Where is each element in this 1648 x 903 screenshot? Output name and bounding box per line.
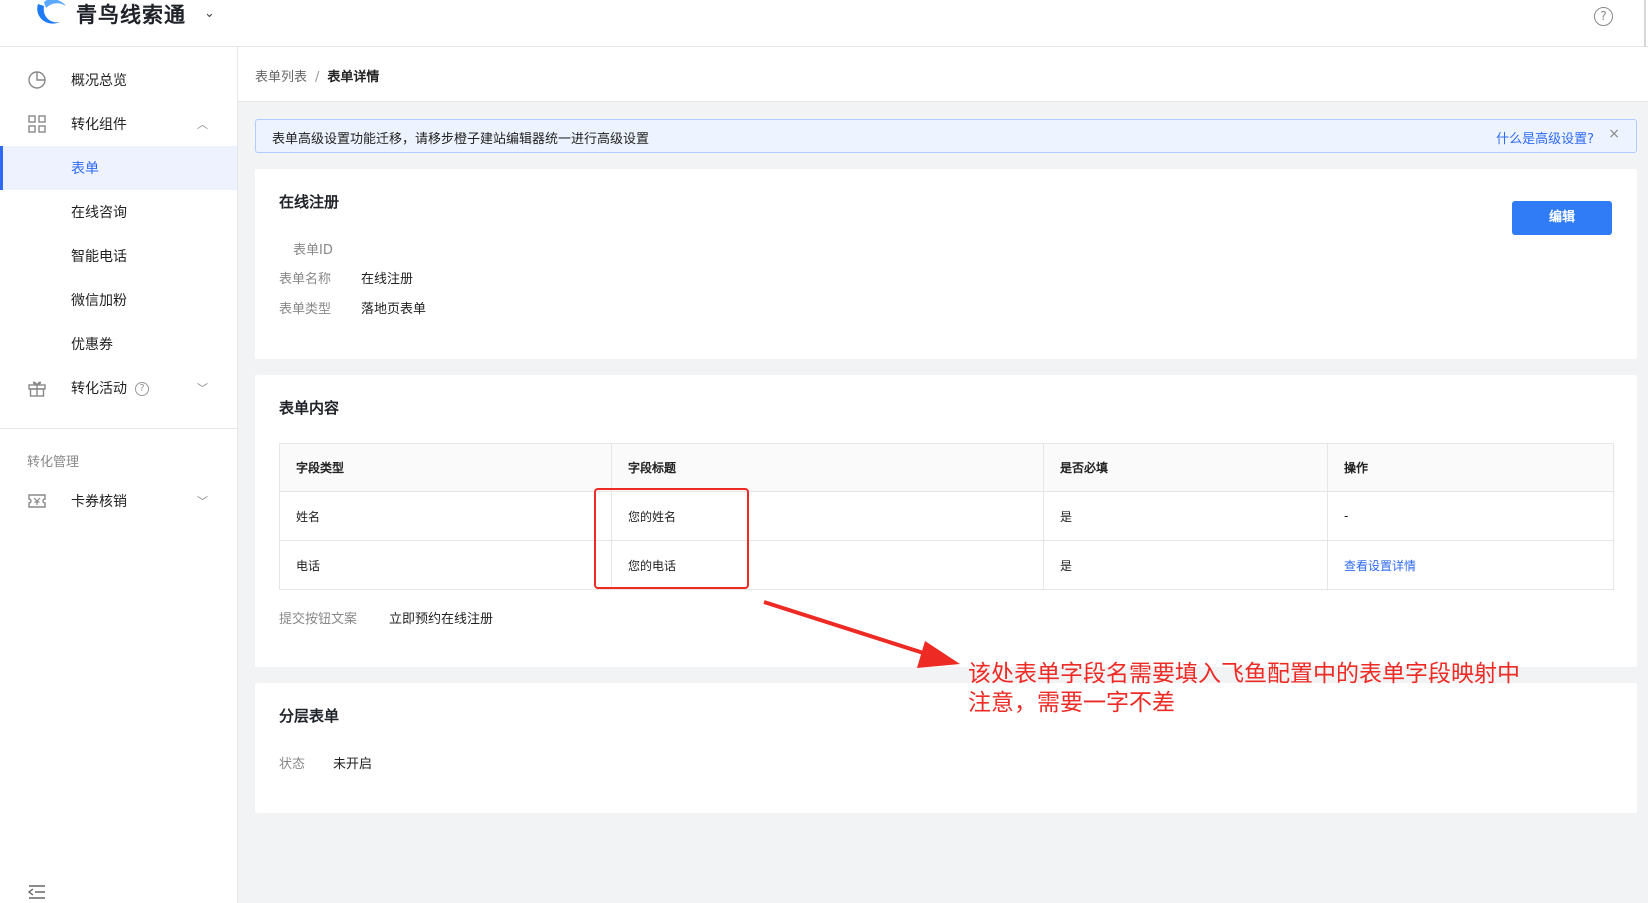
annotation-text: 该处表单字段名需要填入飞鱼配置中的表单字段映射中 注意，需要一字不差 — [968, 660, 1568, 718]
annotation-line: 该处表单字段名需要填入飞鱼配置中的表单字段映射中 — [968, 661, 1520, 687]
annotation-arrow — [763, 600, 960, 668]
annotation-line: 注意，需要一字不差 — [968, 690, 1175, 716]
